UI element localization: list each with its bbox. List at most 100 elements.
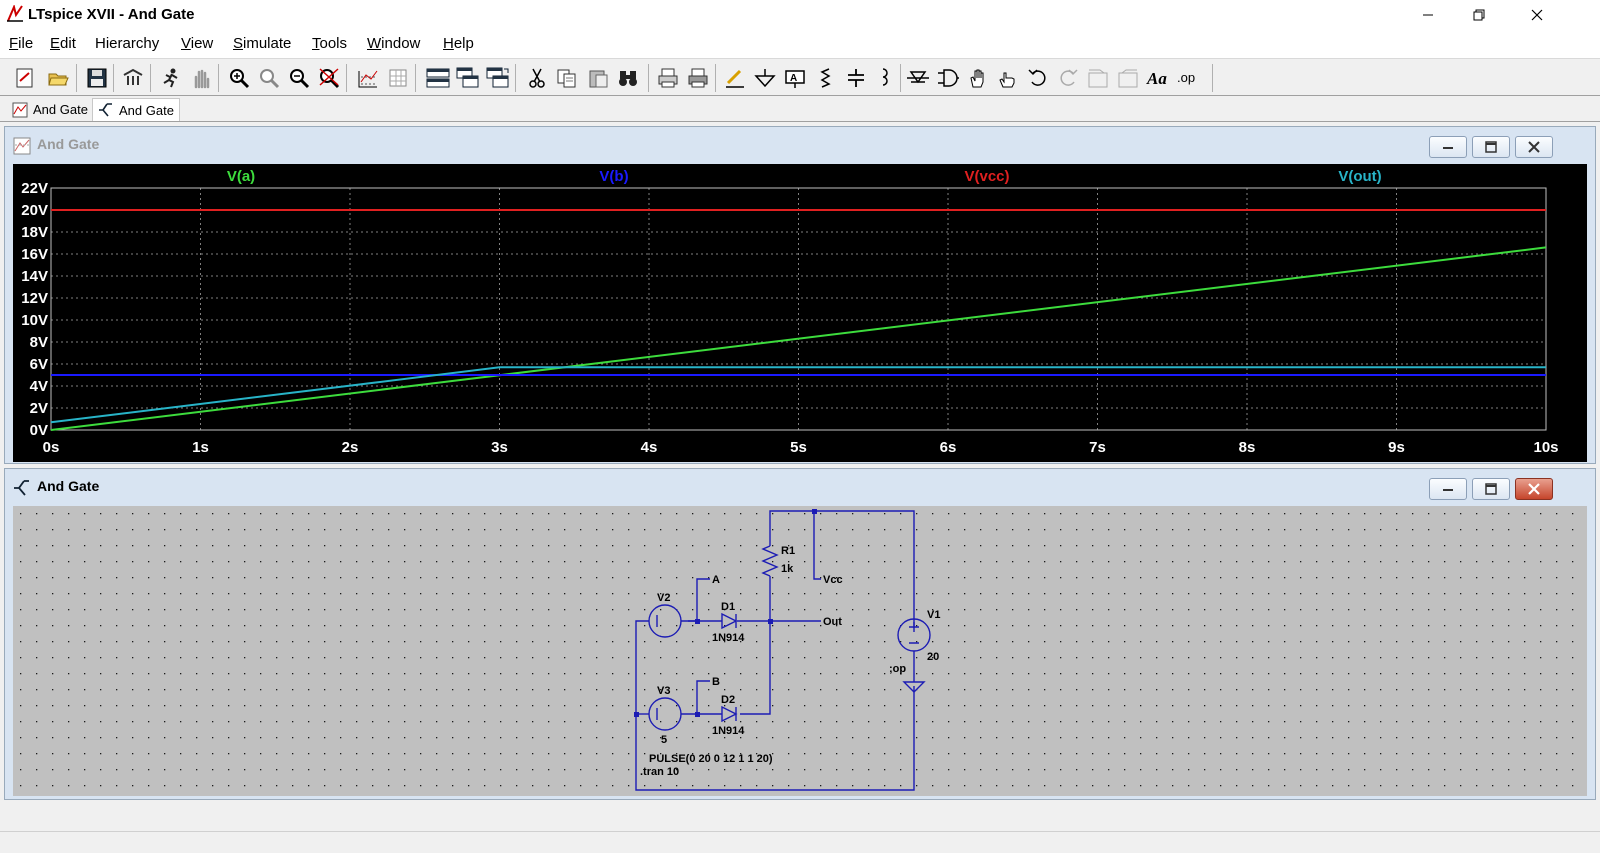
b-net-label: B: [712, 676, 720, 688]
autorange-button[interactable]: [355, 65, 381, 91]
schematic-window-titlebar[interactable]: And Gate: [5, 469, 1595, 505]
legend-label[interactable]: V(out): [1338, 168, 1381, 185]
zoom-out-button[interactable]: [286, 65, 312, 91]
new-schematic-button[interactable]: [12, 65, 38, 91]
cut-button[interactable]: [524, 65, 550, 91]
menu-bar: File Edit Hierarchy View Simulate Tools …: [0, 30, 1600, 58]
resistor-button[interactable]: [812, 65, 838, 91]
ground-icon: [754, 69, 776, 88]
zoom-fit-button[interactable]: [256, 65, 282, 91]
close-icon: [1531, 9, 1543, 21]
run-button[interactable]: [158, 65, 184, 91]
y-tick-label: 8V: [30, 334, 48, 351]
undo-button[interactable]: [1025, 65, 1051, 91]
tile-horizontal-button[interactable]: [425, 65, 451, 91]
mirror-button[interactable]: [1115, 65, 1141, 91]
v3-name-label: V3: [657, 685, 670, 697]
capacitor-button[interactable]: [843, 65, 869, 91]
y-tick-label: 20V: [21, 202, 48, 219]
tab-schematic[interactable]: And Gate: [92, 98, 180, 121]
zoom-cancel-button[interactable]: [316, 65, 342, 91]
toolbar-separator: [415, 64, 416, 92]
diode-button[interactable]: [905, 65, 931, 91]
rotate-icon: [1088, 69, 1108, 88]
y-tick-label: 12V: [21, 290, 48, 307]
menu-simulate[interactable]: Simulate: [233, 35, 291, 52]
menu-file[interactable]: File: [9, 35, 33, 52]
print-icon: [688, 68, 708, 88]
waveform-maximize-button[interactable]: [1472, 136, 1510, 158]
print-setup-button[interactable]: [655, 65, 681, 91]
wire-button[interactable]: [722, 65, 748, 91]
minimize-button[interactable]: [1405, 0, 1451, 30]
close-button[interactable]: [1514, 0, 1560, 30]
component-button[interactable]: [935, 65, 961, 91]
drag-button[interactable]: [995, 65, 1021, 91]
paste-button[interactable]: [585, 65, 611, 91]
zoom-in-icon: [230, 69, 250, 89]
halt-button[interactable]: [188, 65, 214, 91]
rotate-button[interactable]: [1085, 65, 1111, 91]
legend-label[interactable]: V(vcc): [964, 168, 1009, 185]
waveform-minimize-button[interactable]: [1429, 136, 1467, 158]
y-tick-label: 6V: [30, 356, 48, 373]
y-tick-label: 10V: [21, 312, 48, 329]
menu-hierarchy[interactable]: Hierarchy: [95, 35, 159, 52]
menu-edit-mnemonic: E: [50, 35, 61, 52]
menu-view-mnemonic: V: [181, 35, 191, 52]
inductor-button[interactable]: [873, 65, 899, 91]
tab-waveform[interactable]: And Gate: [7, 98, 93, 121]
waveform-plot[interactable]: 0s 1s 2s 3s 4s 5s 6s 7s 8s 9s 10s 0V 2V 4V 6V 8V 10V 12V 1…: [13, 164, 1587, 462]
label-net-button[interactable]: A: [782, 65, 808, 91]
cascade-button[interactable]: [455, 65, 481, 91]
copy-button[interactable]: [554, 65, 580, 91]
tile-vertical-button[interactable]: [485, 65, 511, 91]
spice-directive-button[interactable]: .op: [1176, 65, 1202, 91]
print-button[interactable]: [685, 65, 711, 91]
waveform-chart[interactable]: 0s 1s 2s 3s 4s 5s 6s 7s 8s 9s 10s 0V 2V 4V 6V 8V 10V 12V 1…: [13, 164, 1587, 462]
ground-button[interactable]: [752, 65, 778, 91]
schematic-drawing[interactable]: R1 1k Vcc Out V1 20 ;op V2 A D1 1N914 V3…: [13, 506, 1587, 796]
menu-help[interactable]: Help: [443, 35, 474, 52]
schematic-canvas[interactable]: R1 1k Vcc Out V1 20 ;op V2 A D1 1N914 V3…: [13, 506, 1587, 796]
y-tick-label: 18V: [21, 224, 48, 241]
maximize-icon: [1485, 141, 1497, 153]
schematic-minimize-button[interactable]: [1429, 478, 1467, 500]
y-tick-label: 16V: [21, 246, 48, 263]
minimize-icon: [1443, 147, 1453, 149]
grid-button[interactable]: [385, 65, 411, 91]
minimize-icon: [1423, 14, 1433, 16]
new-schematic-icon: [16, 68, 33, 88]
out-net-label: Out: [823, 616, 842, 628]
save-button[interactable]: [84, 65, 110, 91]
menu-tools[interactable]: Tools: [312, 35, 347, 52]
move-button[interactable]: [965, 65, 991, 91]
menu-hierarchy-mnemonic: Hi: [95, 35, 110, 52]
legend-label[interactable]: V(a): [227, 168, 255, 185]
menu-window-mnemonic: W: [367, 35, 382, 52]
redo-button[interactable]: [1055, 65, 1081, 91]
text-button[interactable]: Aa: [1145, 65, 1171, 91]
x-tick-label: 3s: [491, 439, 508, 456]
toolbar: A Aa .op: [0, 58, 1600, 96]
waveform-window-titlebar[interactable]: And Gate: [5, 127, 1595, 163]
control-panel-button[interactable]: [120, 65, 146, 91]
menu-tools-mnemonic: T: [312, 35, 320, 52]
schematic-maximize-button[interactable]: [1472, 478, 1510, 500]
zoom-in-button[interactable]: [226, 65, 252, 91]
schematic-close-button[interactable]: [1515, 478, 1553, 500]
open-button[interactable]: [45, 65, 71, 91]
menu-window[interactable]: Window: [367, 35, 420, 52]
title-bar: LTspice XVII - And Gate: [0, 0, 1600, 30]
v3-value-label: 5: [661, 734, 667, 746]
redo-icon: [1060, 69, 1078, 86]
restore-button[interactable]: [1456, 0, 1502, 30]
menu-edit[interactable]: Edit: [50, 35, 76, 52]
restore-icon: [1473, 9, 1485, 21]
menu-view[interactable]: View: [181, 35, 213, 52]
tab-schematic-label: And Gate: [119, 102, 174, 118]
find-button[interactable]: [615, 65, 641, 91]
waveform-close-button[interactable]: [1515, 136, 1553, 158]
x-tick-label: 8s: [1239, 439, 1256, 456]
legend-label[interactable]: V(b): [599, 168, 628, 185]
